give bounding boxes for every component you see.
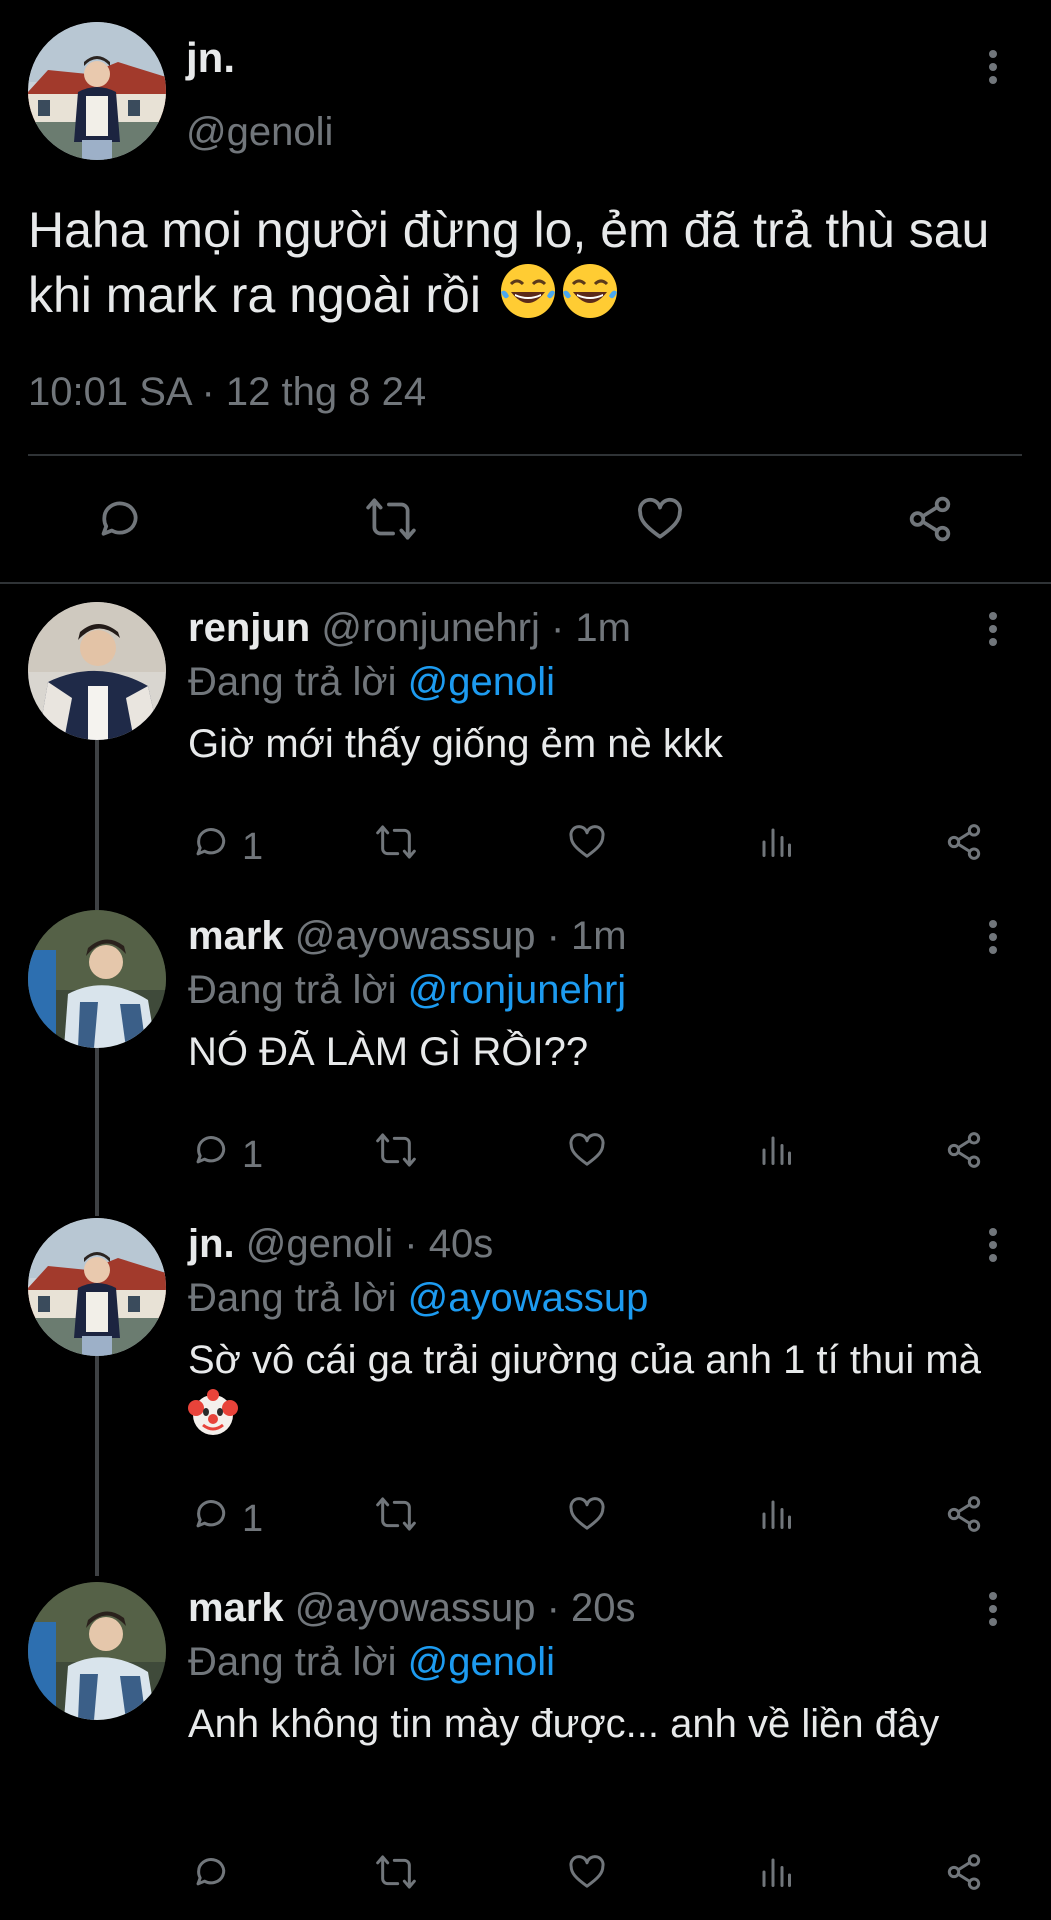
divider <box>0 582 1051 584</box>
tweet-emoji <box>495 264 619 323</box>
author-name[interactable]: jn. <box>186 34 235 82</box>
more-options-icon[interactable] <box>986 920 1000 960</box>
reply-author-name[interactable]: mark <box>188 1586 284 1630</box>
reply-tweet[interactable]: renjun @ronjunehrj · 1m Đang trả lời @ge… <box>0 602 1051 902</box>
replying-to-label: Đang trả lời <box>188 1276 397 1320</box>
reply-text: Sờ vô cái ga trải giường của anh 1 tí th… <box>188 1332 1008 1445</box>
reply-header: jn. @genoli · 40s <box>188 1222 493 1267</box>
reply-icon[interactable] <box>192 1494 232 1534</box>
tweet-timestamp: 10:01 SA · 12 thg 8 24 <box>28 370 427 414</box>
reply-author-name[interactable]: mark <box>188 914 284 958</box>
share-icon[interactable] <box>944 1130 984 1170</box>
reply-author-name[interactable]: renjun <box>188 606 310 650</box>
retweet-icon[interactable] <box>364 494 418 544</box>
reply-author-handle[interactable]: @genoli <box>246 1222 393 1266</box>
more-options-icon[interactable] <box>986 1592 1000 1632</box>
reply-time: · 40s <box>404 1222 494 1266</box>
share-icon[interactable] <box>904 494 956 544</box>
analytics-icon[interactable] <box>758 822 794 862</box>
reply-icon[interactable] <box>192 1130 232 1170</box>
like-icon[interactable] <box>634 494 686 544</box>
reply-time: · 20s <box>546 1586 636 1630</box>
more-options-icon[interactable] <box>986 612 1000 652</box>
reply-icon[interactable] <box>192 822 232 862</box>
replying-to: Đang trả lời @genoli <box>188 1640 555 1685</box>
reply-icon[interactable] <box>192 1852 232 1892</box>
retweet-icon[interactable] <box>374 1494 418 1534</box>
reply-header: mark @ayowassup · 1m <box>188 914 627 959</box>
share-icon[interactable] <box>944 1852 984 1892</box>
reply-text: NÓ ĐÃ LÀM GÌ RỒI?? <box>188 1024 1008 1080</box>
avatar[interactable] <box>28 602 166 740</box>
reply-actions: 1 <box>0 822 1051 872</box>
reply-author-handle[interactable]: @ronjunehrj <box>321 606 540 650</box>
reply-text-content: NÓ ĐÃ LÀM GÌ RỒI?? <box>188 1030 589 1074</box>
author-handle[interactable]: @genoli <box>186 110 333 155</box>
share-icon[interactable] <box>944 822 984 862</box>
reply-header: renjun @ronjunehrj · 1m <box>188 606 631 651</box>
reply-count: 1 <box>242 1498 264 1540</box>
avatar[interactable] <box>28 1582 166 1720</box>
reply-actions: 1 <box>0 1130 1051 1180</box>
replying-to: Đang trả lời @ronjunehrj <box>188 968 626 1013</box>
more-options-icon[interactable] <box>986 1228 1000 1268</box>
main-tweet: jn. @genoli Haha mọi người đừng lo, ẻm đ… <box>0 0 1051 584</box>
like-icon[interactable] <box>566 1130 608 1170</box>
replying-to-label: Đang trả lời <box>188 968 397 1012</box>
avatar[interactable] <box>28 22 166 160</box>
reply-text: Giờ mới thấy giống ẻm nè kkk <box>188 716 1008 772</box>
reply-tweet[interactable]: jn. @genoli · 40s Đang trả lời @ayowassu… <box>0 1218 1051 1578</box>
avatar[interactable] <box>28 1218 166 1356</box>
reply-text-content: Giờ mới thấy giống ẻm nè kkk <box>188 722 723 766</box>
divider <box>28 454 1022 456</box>
reply-author-name[interactable]: jn. <box>188 1222 235 1266</box>
replying-to-mention[interactable]: @ayowassup <box>408 1276 649 1320</box>
laughing-emoji-icon <box>561 262 619 320</box>
analytics-icon[interactable] <box>758 1130 794 1170</box>
reply-text: Anh không tin mày được... anh về liền đâ… <box>188 1696 1008 1752</box>
reply-icon[interactable] <box>96 494 146 544</box>
reply-count: 1 <box>242 826 264 868</box>
reply-actions: 1 <box>0 1494 1051 1544</box>
reply-text-content: Sờ vô cái ga trải giường của anh 1 tí th… <box>188 1338 981 1382</box>
like-icon[interactable] <box>566 822 608 862</box>
reply-time: · 1m <box>546 914 627 958</box>
reply-text-content: Anh không tin mày được... anh về liền đâ… <box>188 1702 940 1746</box>
reply-tweet[interactable]: mark @ayowassup · 1m Đang trả lời @ronju… <box>0 910 1051 1210</box>
retweet-icon[interactable] <box>374 1130 418 1170</box>
clown-emoji-icon <box>188 1388 238 1438</box>
reply-actions <box>0 1852 1051 1902</box>
replying-to-label: Đang trả lời <box>188 660 397 704</box>
reply-header: mark @ayowassup · 20s <box>188 1586 636 1631</box>
reply-count: 1 <box>242 1134 264 1176</box>
tweet-text: Haha mọi người đừng lo, ẻm đã trả thù sa… <box>28 198 1018 327</box>
share-icon[interactable] <box>944 1494 984 1534</box>
reply-author-handle[interactable]: @ayowassup <box>295 914 536 958</box>
replying-to: Đang trả lời @ayowassup <box>188 1276 648 1321</box>
replying-to-label: Đang trả lời <box>188 1640 397 1684</box>
analytics-icon[interactable] <box>758 1852 794 1892</box>
replying-to-mention[interactable]: @genoli <box>408 1640 555 1684</box>
replying-to-mention[interactable]: @ronjunehrj <box>408 968 627 1012</box>
reply-time: · 1m <box>550 606 631 650</box>
replying-to-mention[interactable]: @genoli <box>408 660 555 704</box>
retweet-icon[interactable] <box>374 822 418 862</box>
like-icon[interactable] <box>566 1852 608 1892</box>
laughing-emoji-icon <box>499 262 557 320</box>
like-icon[interactable] <box>566 1494 608 1534</box>
reply-tweet[interactable]: mark @ayowassup · 20s Đang trả lời @geno… <box>0 1582 1051 1912</box>
more-options-icon[interactable] <box>986 50 1000 90</box>
retweet-icon[interactable] <box>374 1852 418 1892</box>
analytics-icon[interactable] <box>758 1494 794 1534</box>
reply-author-handle[interactable]: @ayowassup <box>295 1586 536 1630</box>
replying-to: Đang trả lời @genoli <box>188 660 555 705</box>
avatar[interactable] <box>28 910 166 1048</box>
